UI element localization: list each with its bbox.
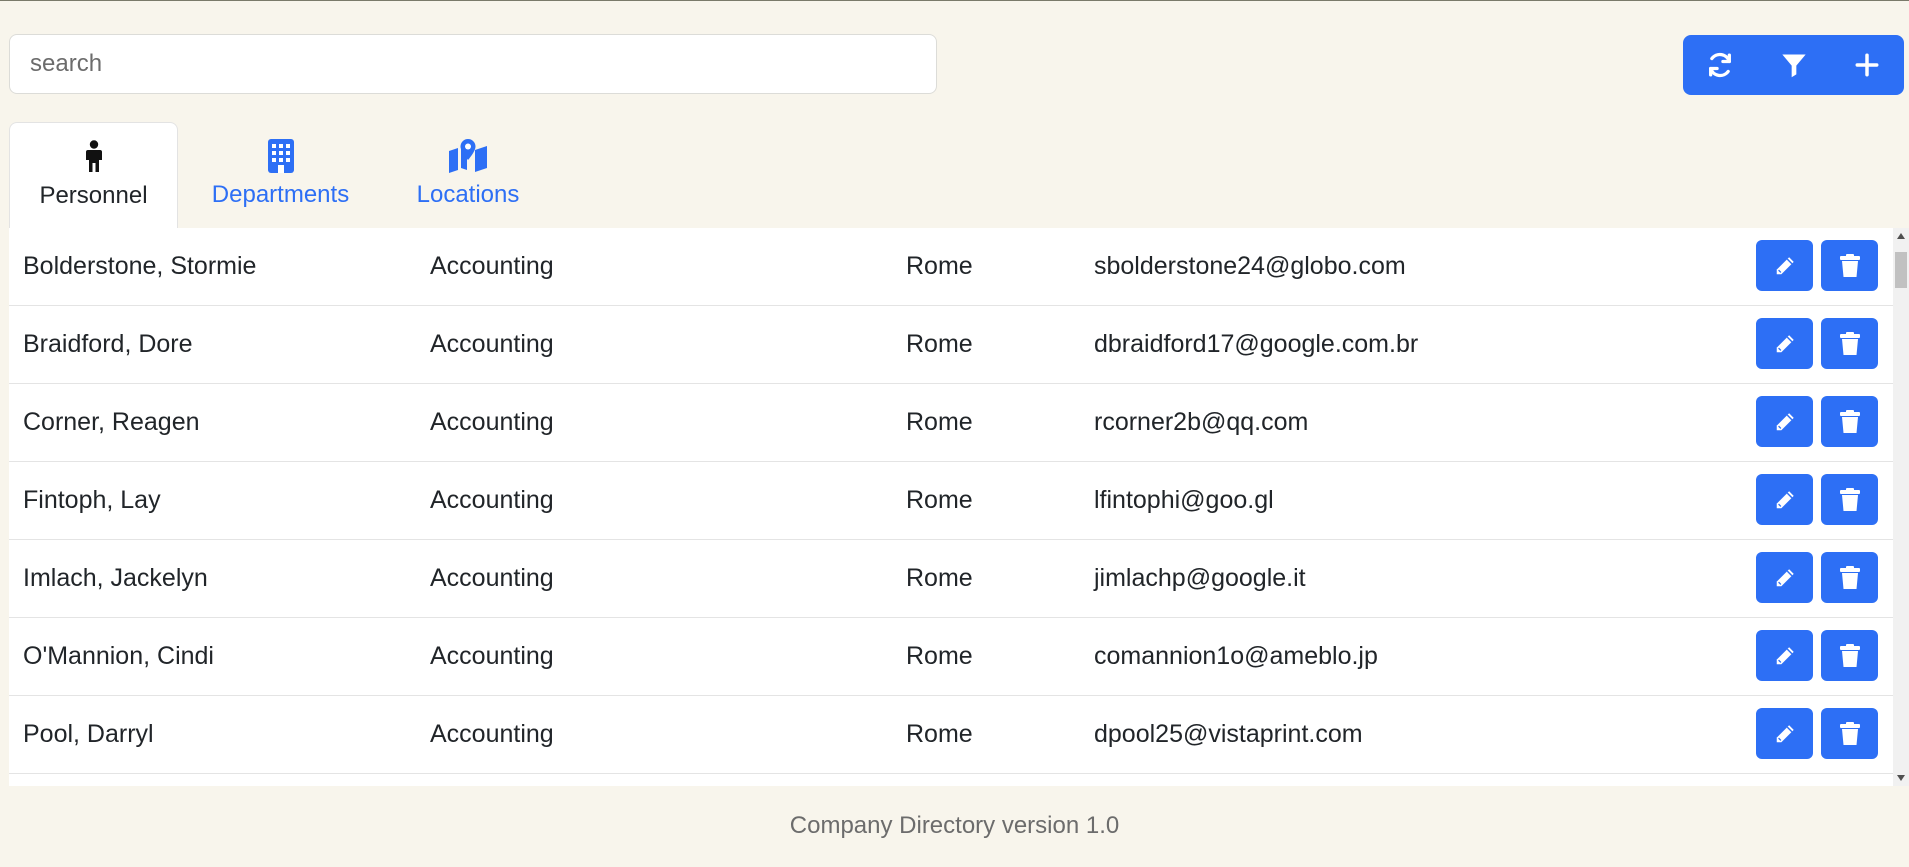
refresh-button[interactable] [1683, 35, 1757, 95]
edit-button[interactable] [1756, 708, 1813, 759]
delete-button[interactable] [1821, 708, 1878, 759]
trash-icon [1839, 331, 1860, 355]
pencil-icon [1776, 646, 1794, 664]
edit-button[interactable] [1756, 240, 1813, 291]
employee-name-cell: Fintoph, Lay [23, 486, 161, 514]
trash-icon [1839, 487, 1860, 511]
pencil-icon [1776, 490, 1794, 508]
department-cell: Accounting [430, 642, 554, 670]
scroll-up-arrow-icon[interactable] [1893, 228, 1909, 244]
edit-button[interactable] [1756, 552, 1813, 603]
table-row: Corner, Reagen Accounting Rome rcorner2b@qq… [9, 384, 1893, 462]
scroll-down-arrow-icon[interactable] [1893, 770, 1909, 786]
edit-button[interactable] [1756, 318, 1813, 369]
department-cell: Accounting [430, 720, 554, 748]
employee-name-cell: Braidford, Dore [23, 330, 193, 358]
tab-locations[interactable]: Locations [383, 122, 553, 229]
location-cell: Rome [906, 720, 973, 748]
table-scrollbar[interactable] [1893, 228, 1909, 786]
tab-departments-label: Departments [211, 181, 350, 208]
employee-name-cell: O'Mannion, Cindi [23, 642, 214, 670]
footer-version: Company Directory version 1.0 [789, 812, 1120, 839]
tab-bar: Personnel Departments Locations [9, 122, 553, 229]
department-cell: Accounting [430, 330, 554, 358]
email-cell: dpool25@vistaprint.com [1094, 720, 1363, 748]
email-cell: lfintophi@goo.gl [1094, 486, 1274, 514]
table-row: Pool, Darryl Accounting Rome dpool25@vistap… [9, 696, 1893, 774]
trash-icon [1839, 253, 1860, 277]
table-row: O'Mannion, Cindi Accounting Rome comannion1… [9, 618, 1893, 696]
edit-button[interactable] [1756, 474, 1813, 525]
edit-button[interactable] [1756, 630, 1813, 681]
employee-name-cell: Corner, Reagen [23, 408, 200, 436]
pencil-icon [1776, 724, 1794, 742]
location-cell: Rome [906, 408, 973, 436]
tab-personnel[interactable]: Personnel [9, 122, 178, 229]
delete-button[interactable] [1821, 552, 1878, 603]
trash-icon [1839, 721, 1860, 745]
toolbar-button-group [1683, 35, 1904, 95]
location-cell: Rome [906, 642, 973, 670]
email-cell: rcorner2b@qq.com [1094, 408, 1309, 436]
department-cell: Accounting [430, 408, 554, 436]
email-cell: comannion1o@ameblo.jp [1094, 642, 1378, 670]
employee-name-cell: Bolderstone, Stormie [23, 252, 257, 280]
table-row: Imlach, Jackelyn Accounting Rome jimlachp@g… [9, 540, 1893, 618]
location-cell: Rome [906, 564, 973, 592]
employee-name-cell: Imlach, Jackelyn [23, 564, 208, 592]
email-cell: dbraidford17@google.com.br [1094, 330, 1419, 358]
window-top-border [0, 0, 1909, 1]
filter-icon [1781, 54, 1806, 78]
table-row: Fintoph, Lay Accounting Rome lfintophi@goo.… [9, 462, 1893, 540]
pencil-icon [1776, 412, 1794, 430]
location-cell: Rome [906, 330, 973, 358]
add-button[interactable] [1830, 35, 1904, 95]
building-icon [267, 137, 294, 175]
scrollbar-thumb[interactable] [1895, 252, 1907, 288]
filter-button[interactable] [1757, 35, 1831, 95]
location-cell: Rome [906, 252, 973, 280]
pencil-icon [1776, 334, 1794, 352]
pencil-icon [1776, 256, 1794, 274]
table-row: Bolderstone, Stormie Accounting Rome sbolde… [9, 228, 1893, 306]
trash-icon [1839, 643, 1860, 667]
department-cell: Accounting [430, 564, 554, 592]
delete-button[interactable] [1821, 240, 1878, 291]
delete-button[interactable] [1821, 396, 1878, 447]
trash-icon [1839, 409, 1860, 433]
delete-button[interactable] [1821, 474, 1878, 525]
employee-name-cell: Pool, Darryl [23, 720, 154, 748]
search-input[interactable] [9, 34, 937, 94]
tab-locations-label: Locations [416, 181, 520, 208]
map-location-icon [448, 137, 488, 175]
personnel-table: Bolderstone, Stormie Accounting Rome sbolde… [9, 228, 1893, 786]
pencil-icon [1776, 568, 1794, 586]
delete-button[interactable] [1821, 318, 1878, 369]
table-row [9, 774, 1893, 786]
refresh-icon [1708, 52, 1731, 78]
department-cell: Accounting [430, 252, 554, 280]
plus-icon [1855, 53, 1879, 77]
email-cell: sbolderstone24@globo.com [1094, 252, 1406, 280]
table-row: Braidford, Dore Accounting Rome dbraidford1… [9, 306, 1893, 384]
person-icon [83, 138, 105, 176]
trash-icon [1839, 565, 1860, 589]
department-cell: Accounting [430, 486, 554, 514]
edit-button[interactable] [1756, 396, 1813, 447]
delete-button[interactable] [1821, 630, 1878, 681]
email-cell: jimlachp@google.it [1094, 564, 1306, 592]
tab-departments[interactable]: Departments [178, 122, 383, 229]
tab-personnel-label: Personnel [39, 182, 148, 209]
location-cell: Rome [906, 486, 973, 514]
